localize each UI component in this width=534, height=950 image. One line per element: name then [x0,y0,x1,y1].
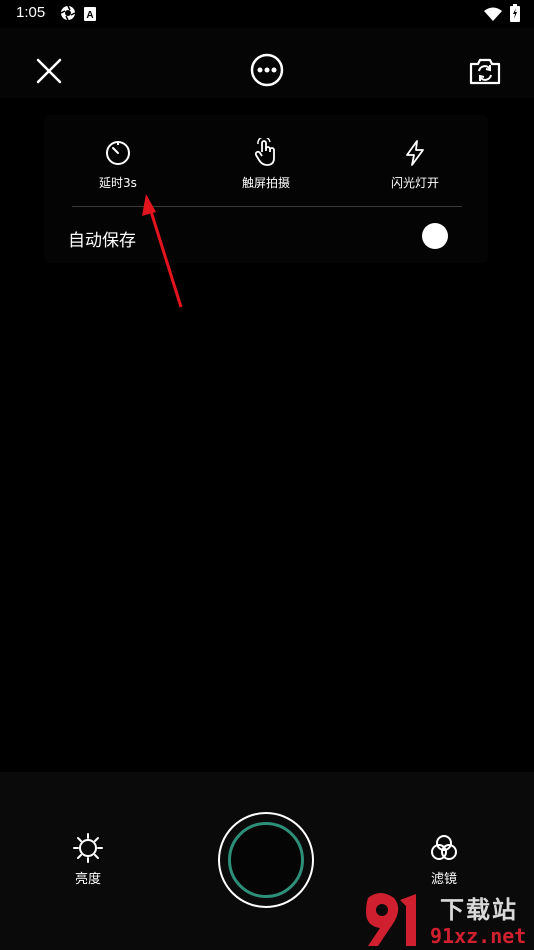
switch-camera-icon [468,56,502,90]
switch-camera-button[interactable] [465,53,505,93]
shutter-inner-ring [228,822,304,898]
timer-label: 延时3s [99,176,137,190]
touch-capture-option[interactable]: 触屏拍摄 [206,136,326,191]
watermark-bottom-text: 91xz.net [430,924,527,948]
timer-icon [58,136,178,170]
close-button[interactable] [30,54,68,92]
svg-text:A: A [86,10,93,21]
touch-capture-label: 触屏拍摄 [241,176,290,190]
filter-icon [404,832,484,864]
close-icon [36,58,62,88]
more-options-icon [250,53,284,91]
watermark-top-text: 下载站 [440,896,518,924]
panel-divider [72,206,462,207]
status-time: 1:05 [16,4,46,21]
app-a-icon: A [84,6,96,25]
auto-save-toggle[interactable] [422,223,448,249]
flash-icon [355,136,475,170]
status-bar: 1:05 A [0,0,534,28]
auto-save-label: 自动保存 [68,231,136,251]
battery-charging-icon [510,4,520,26]
brightness-label: 亮度 [74,872,101,887]
touch-icon [206,136,326,170]
timer-option[interactable]: 延时3s [58,136,178,191]
brightness-button[interactable]: 亮度 [48,832,128,887]
filter-button[interactable]: 滤镜 [404,832,484,887]
camera-shutter-icon [60,5,76,25]
filter-label: 滤镜 [430,872,457,887]
flash-label: 闪光灯开 [390,176,439,190]
wifi-icon [484,6,502,25]
brightness-icon [48,832,128,864]
more-options-button[interactable] [248,53,286,91]
flash-option[interactable]: 闪光灯开 [355,136,475,191]
